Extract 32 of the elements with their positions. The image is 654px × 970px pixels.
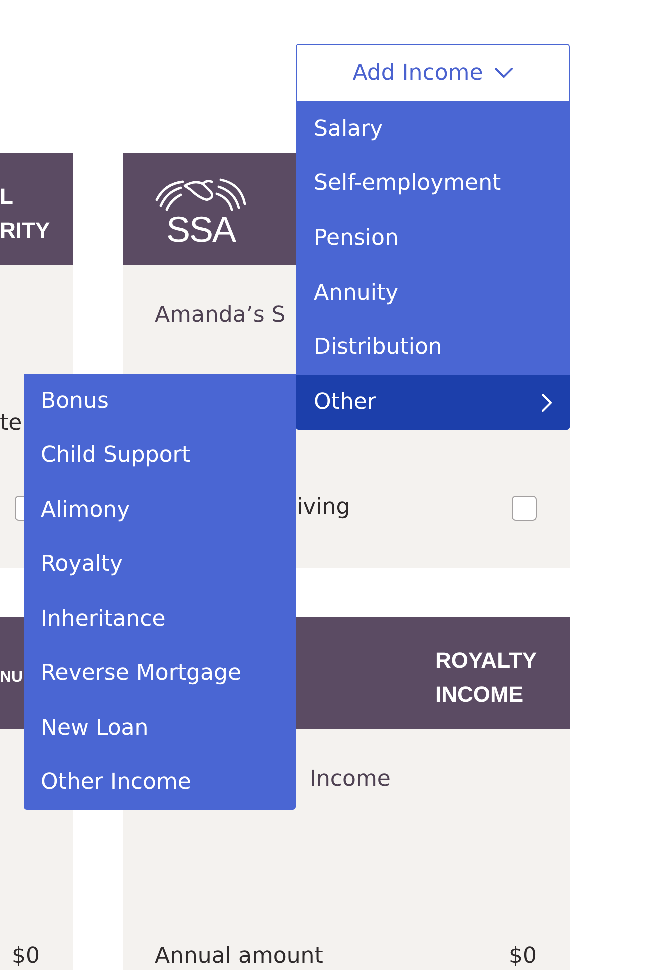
- amount-value: $0: [509, 945, 537, 969]
- amount-label: Annual amount: [155, 945, 324, 969]
- submenu-item[interactable]: Bonus: [24, 374, 296, 428]
- logo-text: SSA: [166, 214, 236, 246]
- menu-item[interactable]: Annuity: [296, 266, 570, 321]
- income-name: Income: [310, 766, 391, 794]
- card-title: ROYALTY: [436, 647, 537, 675]
- option-label: iving: [297, 495, 350, 521]
- menu-item[interactable]: Pension: [296, 211, 570, 266]
- card-title: L: [0, 183, 14, 211]
- card-title: NU: [0, 668, 24, 688]
- amount-value: $0: [12, 945, 40, 969]
- submenu-item[interactable]: Child Support: [24, 428, 296, 483]
- submenu-item[interactable]: Alimony: [24, 483, 296, 538]
- eagle-icon: [155, 178, 247, 214]
- add-income-button[interactable]: Add Income: [296, 44, 570, 102]
- checkbox[interactable]: [512, 496, 537, 520]
- menu-item[interactable]: Salary: [296, 102, 570, 157]
- income-name: Amanda’s S: [155, 302, 286, 330]
- submenu-item[interactable]: Royalty: [24, 538, 296, 592]
- checkbox[interactable]: [15, 496, 24, 520]
- submenu-item[interactable]: Other Income: [24, 756, 296, 810]
- chevron-down-icon: [495, 68, 514, 78]
- menu-item[interactable]: Self-employment: [296, 156, 570, 212]
- menu-item[interactable]: Other: [296, 375, 570, 430]
- card-title: INCOME: [436, 681, 524, 709]
- submenu-item[interactable]: Reverse Mortgage: [24, 646, 296, 701]
- submenu-item[interactable]: New Loan: [24, 701, 296, 756]
- submenu-item[interactable]: Inheritance: [24, 592, 296, 646]
- column-heading: te: [0, 410, 22, 438]
- card-title: RITY: [0, 217, 50, 245]
- menu-item[interactable]: Distribution: [296, 320, 570, 376]
